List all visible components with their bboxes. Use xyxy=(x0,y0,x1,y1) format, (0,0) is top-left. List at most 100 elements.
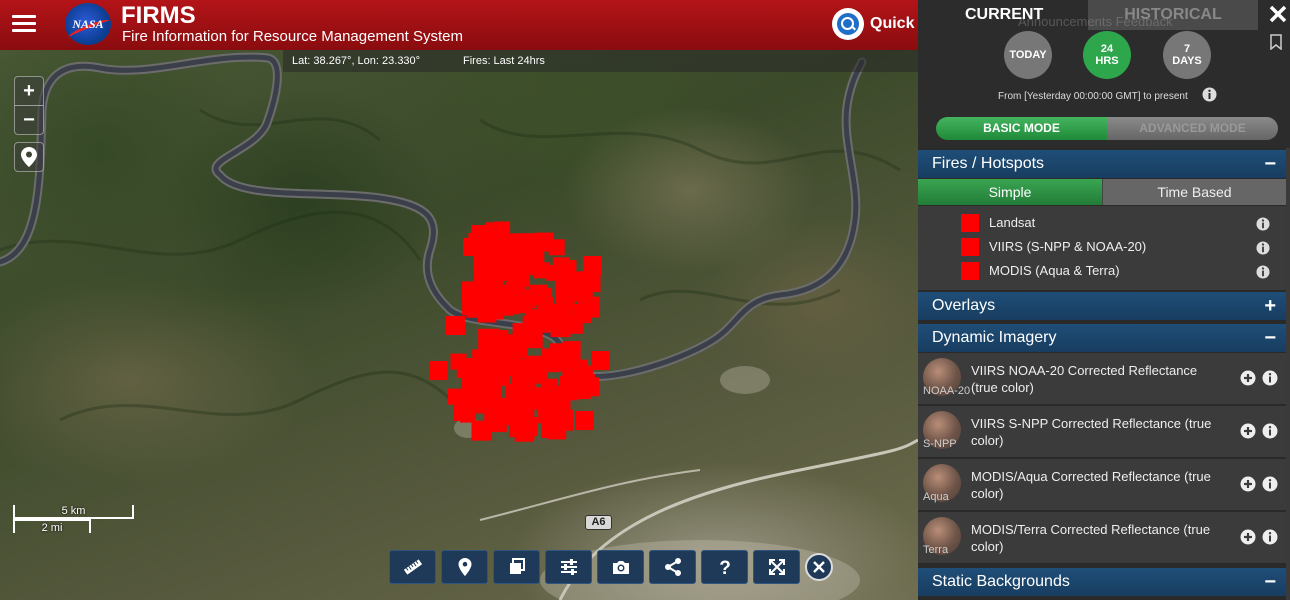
fire-hotspot[interactable] xyxy=(476,358,496,378)
info-icon[interactable] xyxy=(1256,265,1270,279)
fire-hotspot[interactable] xyxy=(466,297,487,318)
camera-icon xyxy=(612,561,629,574)
fire-hotspot[interactable] xyxy=(563,314,583,334)
fire-layer-modis[interactable]: MODIS (Aqua & Terra) xyxy=(918,258,1286,282)
measure-button[interactable] xyxy=(389,550,436,584)
layers-button[interactable] xyxy=(493,550,540,584)
fire-hotspot[interactable] xyxy=(492,330,509,347)
fire-layer-viirs[interactable]: VIIRS (S-NPP & NOAA-20) xyxy=(918,234,1286,258)
fire-hotspot[interactable] xyxy=(447,388,464,405)
fire-hotspot[interactable] xyxy=(486,275,503,292)
info-icon[interactable] xyxy=(1202,87,1217,102)
fire-layer-landsat[interactable]: Landsat xyxy=(918,210,1286,234)
map-overlay xyxy=(0,52,918,600)
info-icon[interactable] xyxy=(1262,476,1278,492)
share-button[interactable] xyxy=(649,550,696,584)
fire-hotspot[interactable] xyxy=(471,420,492,441)
toolbar-close-button[interactable] xyxy=(805,553,833,581)
fire-hotspot[interactable] xyxy=(564,271,580,288)
settings-button[interactable] xyxy=(545,550,592,584)
info-icon[interactable] xyxy=(1256,241,1270,255)
fire-color-swatch[interactable] xyxy=(961,238,979,256)
fire-hotspot[interactable] xyxy=(429,361,448,380)
info-icon[interactable] xyxy=(1262,370,1278,386)
fire-hotspot[interactable] xyxy=(583,256,602,275)
fire-hotspot[interactable] xyxy=(459,406,476,423)
add-circle-icon[interactable] xyxy=(1240,370,1256,386)
add-circle-icon[interactable] xyxy=(1240,423,1256,439)
basic-mode-button[interactable]: BASIC MODE xyxy=(936,117,1107,140)
panel-header: HISTORICAL Announcements Feedback CURREN… xyxy=(918,0,1290,148)
add-circle-icon[interactable] xyxy=(1240,476,1256,492)
fire-hotspot[interactable] xyxy=(591,351,610,370)
period-today-button[interactable]: TODAY xyxy=(1004,31,1052,79)
fire-hotspot[interactable] xyxy=(549,343,566,360)
fire-hotspot[interactable] xyxy=(456,358,477,378)
collapse-icon[interactable]: − xyxy=(1264,150,1276,178)
fire-tabs: Simple Time Based xyxy=(918,179,1286,205)
fire-hotspot[interactable] xyxy=(540,378,558,396)
fire-layer-list: Landsat VIIRS (S-NPP & NOAA-20) MODIS (A… xyxy=(918,206,1286,290)
panel-scrollbar[interactable] xyxy=(1286,148,1290,600)
fire-color-swatch[interactable] xyxy=(961,214,979,232)
locate-button[interactable] xyxy=(14,142,44,172)
imagery-item-viirs-snpp[interactable]: S-NPP VIIRS S-NPP Corrected Reflectance … xyxy=(918,406,1286,458)
advanced-mode-button[interactable]: ADVANCED MODE xyxy=(1107,117,1278,140)
fire-hotspot[interactable] xyxy=(464,376,484,396)
zoom-in-button[interactable]: + xyxy=(14,76,44,106)
quick-search-button[interactable]: Quick Search xyxy=(832,8,915,40)
fire-hotspot[interactable] xyxy=(446,316,465,335)
fire-hotspot[interactable] xyxy=(498,243,516,261)
fire-hotspot[interactable] xyxy=(500,295,520,315)
zoom-out-button[interactable]: − xyxy=(14,105,44,135)
section-dynamic-imagery[interactable]: Dynamic Imagery − xyxy=(918,324,1286,352)
ruler-icon xyxy=(403,559,422,575)
fire-hotspot[interactable] xyxy=(490,416,507,433)
section-title: Fires / Hotspots xyxy=(932,155,1045,172)
fire-hotspot[interactable] xyxy=(518,233,536,251)
fire-hotspot[interactable] xyxy=(519,375,536,392)
fire-hotspot[interactable] xyxy=(521,331,539,348)
section-overlays[interactable]: Overlays + xyxy=(918,292,1286,320)
imagery-item-modis-terra[interactable]: Terra MODIS/Terra Corrected Reflectance … xyxy=(918,512,1286,564)
fire-hotspot[interactable] xyxy=(494,221,511,238)
imagery-item-viirs-noaa20[interactable]: NOAA-20 VIIRS NOAA-20 Corrected Reflecta… xyxy=(918,353,1286,405)
period-7-number: 7 xyxy=(1183,43,1191,55)
add-circle-icon[interactable] xyxy=(1240,529,1256,545)
expand-icon[interactable]: + xyxy=(1264,292,1276,320)
fire-hotspot[interactable] xyxy=(535,287,553,305)
tab-current[interactable]: CURRENT xyxy=(965,6,1043,24)
fire-hotspot[interactable] xyxy=(575,411,594,430)
info-icon[interactable] xyxy=(1262,529,1278,545)
snapshot-button[interactable] xyxy=(597,550,644,584)
fire-hotspot[interactable] xyxy=(552,397,569,414)
section-title: Static Backgrounds xyxy=(932,573,1070,590)
period-7days-button[interactable]: 7 DAYS xyxy=(1163,31,1211,79)
panel-close-icon[interactable] xyxy=(1268,4,1288,24)
fire-hotspot[interactable] xyxy=(509,261,527,279)
menu-icon[interactable] xyxy=(12,12,36,36)
tab-simple[interactable]: Simple xyxy=(918,179,1102,205)
collapse-icon[interactable]: − xyxy=(1264,568,1276,596)
info-icon[interactable] xyxy=(1256,217,1270,231)
bookmark-icon[interactable] xyxy=(1269,34,1283,50)
fire-hotspot-cluster xyxy=(429,221,610,442)
fire-hotspot[interactable] xyxy=(463,237,482,256)
help-button[interactable]: ? xyxy=(701,550,748,584)
tab-time-based[interactable]: Time Based xyxy=(1102,179,1286,205)
fire-hotspot[interactable] xyxy=(473,393,494,414)
section-static-backgrounds[interactable]: Static Backgrounds − xyxy=(918,568,1286,596)
section-fires-hotspots[interactable]: Fires / Hotspots − xyxy=(918,150,1286,178)
period-24hrs-button[interactable]: 24 HRS xyxy=(1083,31,1131,79)
collapse-icon[interactable]: − xyxy=(1264,324,1276,352)
fullscreen-button[interactable] xyxy=(753,550,800,584)
fire-hotspot[interactable] xyxy=(504,345,521,362)
fire-hotspot[interactable] xyxy=(518,416,538,436)
pin-location-button[interactable] xyxy=(441,550,488,584)
info-icon[interactable] xyxy=(1262,423,1278,439)
nasa-logo[interactable]: NASA xyxy=(65,3,111,45)
fire-color-swatch[interactable] xyxy=(961,262,979,280)
fire-hotspot[interactable] xyxy=(580,377,600,397)
imagery-item-modis-aqua[interactable]: Aqua MODIS/Aqua Corrected Reflectance (t… xyxy=(918,459,1286,511)
fire-hotspot[interactable] xyxy=(541,419,561,438)
